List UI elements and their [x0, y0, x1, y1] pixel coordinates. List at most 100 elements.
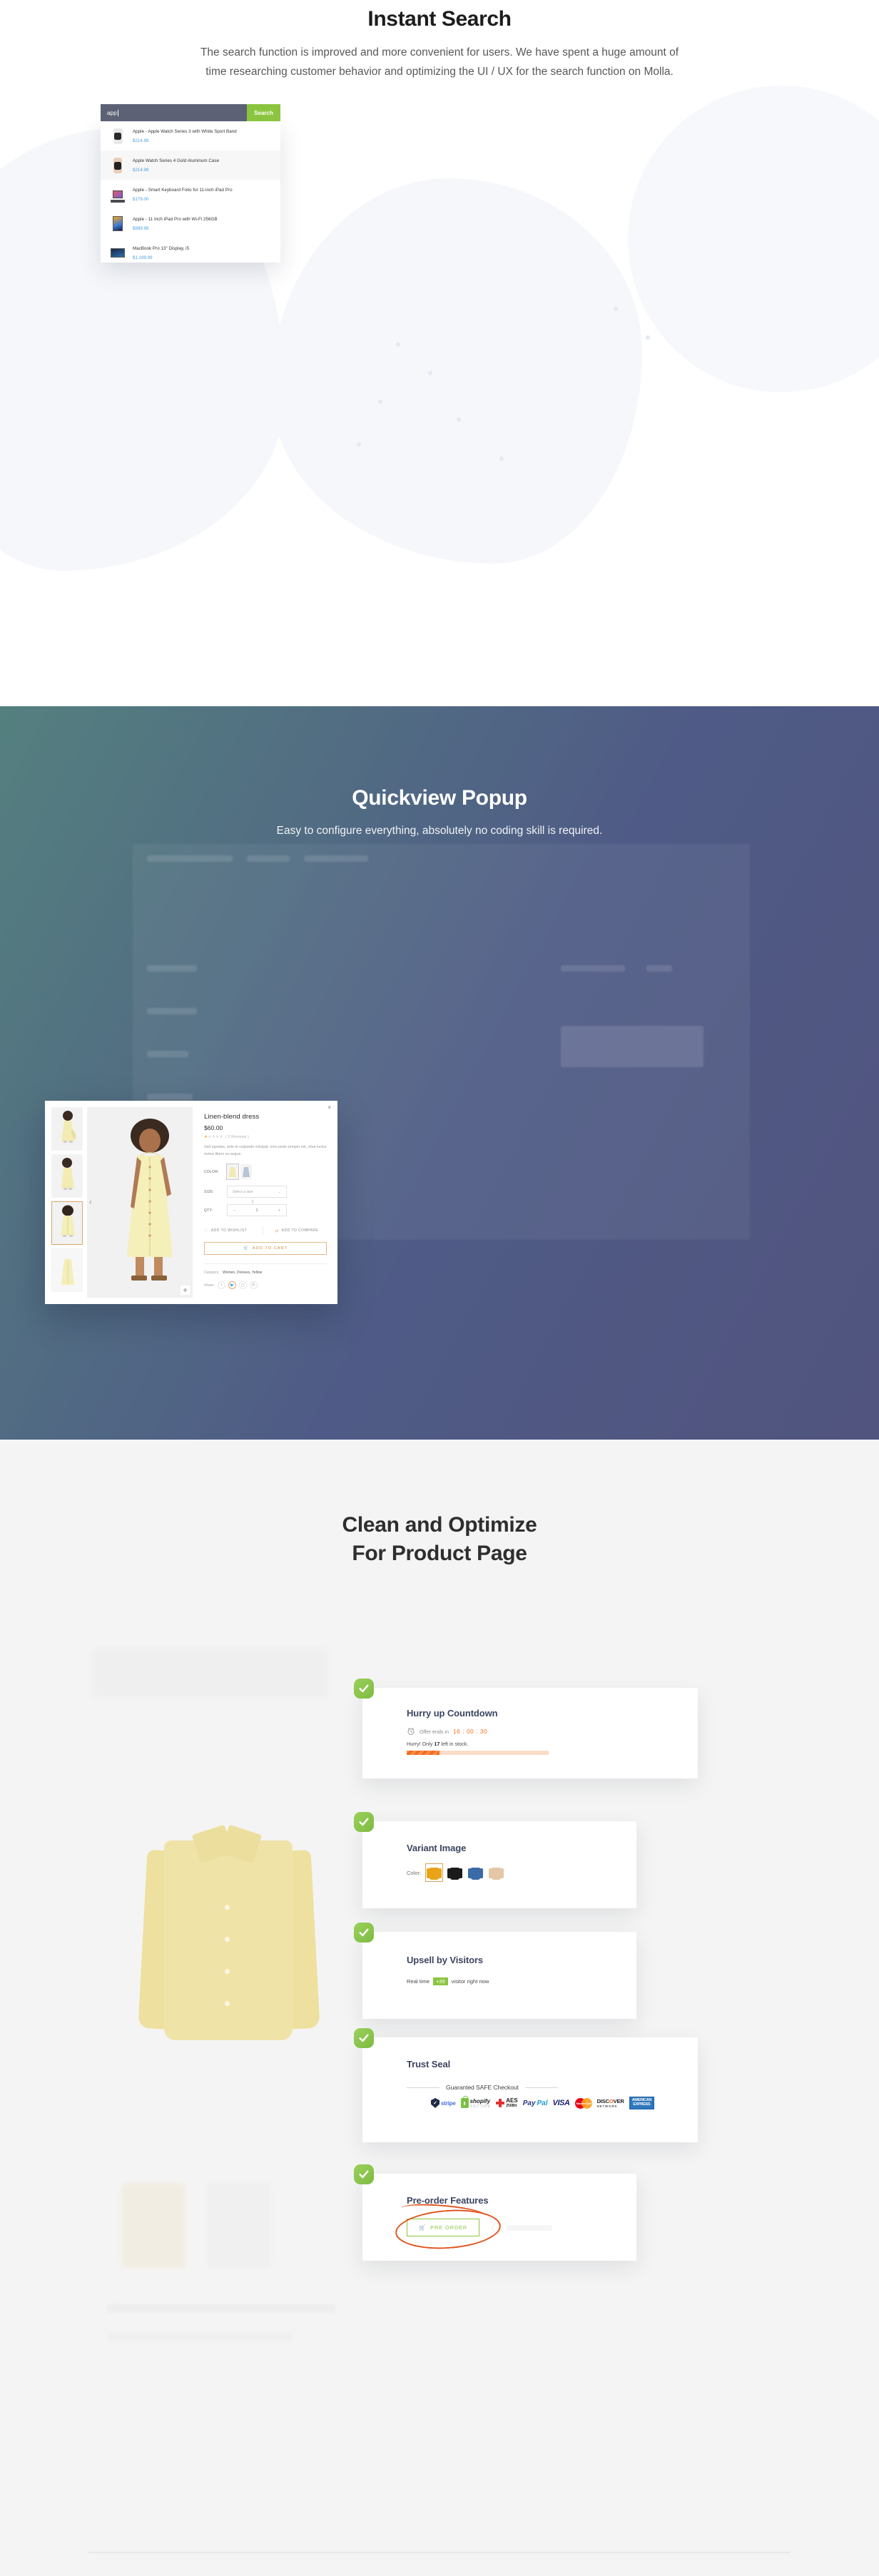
product-rating: ★★★★★( 2 Reviews ) — [204, 1135, 327, 1139]
search-result-item[interactable]: Apple - Apple Watch Series 3 with White … — [101, 121, 280, 151]
color-swatch-yellow[interactable] — [226, 1164, 239, 1181]
search-result-item[interactable]: Apple - Smart Keyboard Folio for 11-inch… — [101, 180, 280, 209]
divider-line — [524, 2087, 558, 2088]
next-image-arrow-icon[interactable]: › — [251, 1198, 345, 1206]
pinterest-icon[interactable]: Ⓟ — [249, 1281, 258, 1290]
card-title: Upsell by Visitors — [407, 1955, 484, 1965]
product-price: $60.00 — [204, 1124, 223, 1131]
qty-value: 1 — [255, 1208, 258, 1213]
progress-fill — [407, 1751, 440, 1755]
card-title: Variant Image — [407, 1843, 467, 1853]
compare-label: ADD TO COMPARE — [281, 1228, 319, 1233]
feature-card-upsell: Upsell by Visitors Real time +39 visitor… — [362, 1932, 636, 2019]
section-title: Clean and Optimize For Product Page — [0, 1511, 879, 1567]
payment-badges: ✓ stripe shopify SECURE AES 256Bit Pay Pal V… — [407, 2096, 698, 2109]
countdown-row: Offer ends in 16 : 00 : 30 — [407, 1727, 698, 1736]
dress-thumb-1-icon — [52, 1108, 82, 1150]
color-option-row: COLOR: — [204, 1164, 327, 1181]
page-title: Instant Search — [367, 7, 512, 31]
dress-thumb-3-icon — [52, 1202, 82, 1244]
variant-swatch-blue[interactable] — [468, 1865, 484, 1880]
product-thumbnail — [111, 215, 125, 233]
decorative-blob — [271, 178, 642, 564]
instagram-icon[interactable]: ▢ — [238, 1281, 247, 1290]
category-label: Category: — [204, 1271, 220, 1276]
feature-card-countdown: Hurry up Countdown Offer ends in 16 : 00… — [362, 1688, 698, 1778]
qty-option-row: QTY: − 1 + — [204, 1204, 327, 1217]
color-label: COLOR: — [204, 1169, 219, 1174]
search-result-item[interactable]: Apple Watch Series 4 Gold Aluminum Case … — [101, 151, 280, 180]
cart-icon: 🛒 — [243, 1246, 249, 1251]
search-result-item[interactable]: MacBook Pro 13" Display, i5 $1,199.99 — [101, 238, 280, 263]
add-to-wishlist-button[interactable]: ♡ ADD TO WISHLIST — [204, 1228, 247, 1233]
variant-swatch-black[interactable] — [447, 1865, 463, 1880]
divider-line — [407, 2087, 440, 2088]
search-input[interactable]: app — [101, 104, 247, 121]
result-price: $899.99 — [133, 225, 149, 231]
check-badge-upsell — [354, 1923, 374, 1943]
category-value: Women, Dresses, Yellow — [223, 1271, 263, 1276]
expand-image-icon[interactable]: ✥ — [181, 1286, 190, 1295]
result-name: Apple - Apple Watch Series 3 with White … — [133, 129, 237, 135]
safe-checkout-label: Guaranted SAFE Checkout — [446, 2084, 519, 2091]
stock-suffix: left in stock. — [441, 1741, 469, 1747]
variant-swatch-beige[interactable] — [489, 1865, 504, 1880]
ghost-label — [507, 2224, 553, 2231]
wishlist-ghost-button[interactable] — [490, 2220, 553, 2235]
title-line-1: Clean and Optimize — [342, 1513, 537, 1537]
stock-count: 17 — [434, 1741, 440, 1747]
stock-message: Hurry! Only 17 left in stock. — [407, 1741, 698, 1747]
result-name: Apple - 11 Inch iPad Pro with Wi-Fi 256G… — [133, 217, 218, 223]
safe-checkout-row: Guaranted SAFE Checkout — [407, 2084, 698, 2091]
stock-prefix: Hurry! Only — [407, 1741, 433, 1747]
variant-swatch-mustard[interactable] — [425, 1863, 444, 1882]
facebook-icon[interactable]: f — [217, 1281, 225, 1290]
decorative-jacket-image — [138, 1812, 320, 2069]
product-thumbnail — [111, 244, 125, 263]
search-result-item[interactable]: Apple - 11 Inch iPad Pro with Wi-Fi 256G… — [101, 209, 280, 238]
decorative-blurred-line — [107, 2333, 293, 2341]
amex-badge-icon: AMERICAN EXPRESS — [629, 2097, 655, 2109]
twitter-icon[interactable]: 🐦 — [228, 1281, 236, 1290]
qty-increment-button[interactable]: + — [278, 1208, 280, 1213]
product-category: Category: Women, Dresses, Yellow — [204, 1271, 327, 1275]
result-price: $179.00 — [133, 196, 149, 202]
product-thumbnail-list — [51, 1107, 83, 1298]
quickview-section: Quickview Popup Easy to configure everyt… — [0, 706, 879, 1440]
heart-icon: ♡ — [204, 1228, 208, 1233]
alarm-clock-icon — [407, 1728, 415, 1735]
result-price: $214.99 — [133, 138, 149, 143]
add-to-compare-button[interactable]: ⇄ ADD TO COMPARE — [275, 1228, 318, 1233]
color-swatch-blue[interactable] — [240, 1164, 252, 1180]
search-button[interactable]: Search — [247, 104, 280, 121]
check-icon — [359, 1818, 369, 1826]
product-thumbnail-selected[interactable] — [51, 1201, 83, 1245]
star-icon: ★★★★ — [208, 1135, 224, 1139]
instant-search-section: Instant Search The search function is im… — [0, 0, 879, 706]
result-name: MacBook Pro 13" Display, i5 — [133, 246, 190, 252]
product-thumbnail — [111, 185, 125, 204]
add-to-cart-button[interactable]: 🛒 ADD TO CART — [204, 1242, 327, 1256]
quickview-header: Quickview Popup Easy to configure everyt… — [0, 706, 879, 838]
quantity-stepper[interactable]: − 1 + — [227, 1204, 287, 1217]
close-icon[interactable]: × — [327, 1105, 331, 1111]
product-thumbnail[interactable] — [51, 1248, 83, 1292]
search-results-dropdown: Apple - Apple Watch Series 3 with White … — [101, 121, 280, 263]
dress-thumb-2-icon — [52, 1155, 82, 1197]
qty-decrement-button[interactable]: − — [233, 1208, 235, 1213]
size-option-row: SIZE: Select a size ⌄ — [204, 1186, 327, 1198]
result-price: $214.99 — [133, 167, 149, 173]
divider — [204, 1263, 327, 1265]
prev-image-arrow-icon[interactable]: ‹ — [89, 1198, 92, 1206]
color-label: Color: — [407, 1869, 422, 1876]
size-select[interactable]: Select a size ⌄ — [227, 1186, 287, 1198]
compare-icon: ⇄ — [275, 1228, 279, 1233]
product-actions: ♡ ADD TO WISHLIST ⇄ ADD TO COMPARE — [204, 1226, 327, 1236]
search-bar: app Search — [101, 104, 280, 121]
product-thumbnail[interactable] — [51, 1107, 83, 1151]
variant-swatch-row: Color: — [407, 1863, 636, 1882]
product-thumbnail[interactable] — [51, 1154, 83, 1198]
stock-progress-bar — [407, 1751, 549, 1755]
result-name: Apple - Smart Keyboard Folio for 11-inch… — [133, 188, 233, 193]
product-main-image[interactable]: ‹ ✥ — [87, 1107, 193, 1298]
